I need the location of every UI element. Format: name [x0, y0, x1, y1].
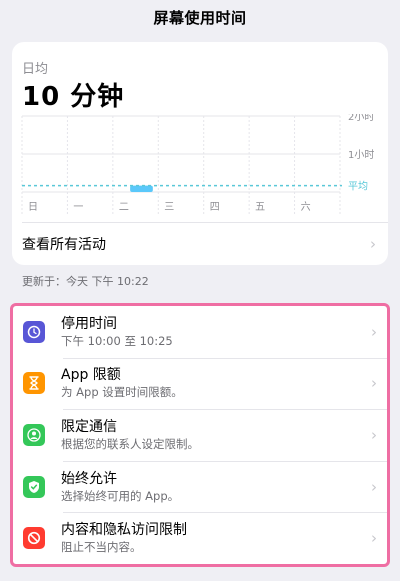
checkmark-shield-icon [23, 475, 45, 498]
chevron-right-icon: › [371, 425, 377, 444]
see-all-activity-button[interactable]: 查看所有活动 › [12, 223, 388, 265]
day-label: 三 [164, 202, 174, 213]
app-limits-title: App 限额 [61, 367, 121, 384]
usage-chart: 2小时 1小时平均日 一 二 三 四 五 六 [21, 114, 374, 214]
always-allowed-title: 始终允许 [61, 470, 117, 487]
average-label: 平均 [348, 181, 368, 193]
daily-average-value: 10 分钟 [22, 82, 125, 112]
settings-list: 停用时间 下午 10:00 至 10:25 › App 限额 为 App 设置时… [10, 303, 390, 567]
always-allowed-subtitle: 选择始终可用的 App。 [61, 488, 180, 503]
communication-limits-row[interactable]: 限定通信 根据您的联系人设定限制。 › [13, 409, 387, 461]
downtime-row[interactable]: 停用时间 下午 10:00 至 10:25 › [13, 306, 387, 358]
day-label: 二 [119, 202, 129, 213]
content-privacy-row[interactable]: 内容和隐私访问限制 阻止不当内容。 › [13, 512, 387, 564]
downtime-title: 停用时间 [61, 315, 117, 332]
chevron-right-icon: › [371, 477, 377, 496]
always-allowed-row[interactable]: 始终允许 选择始终可用的 App。 › [13, 460, 387, 513]
daily-average-label: 日均 [22, 62, 49, 77]
day-label: 六 [301, 201, 311, 213]
day-label: 四 [210, 202, 220, 213]
chevron-right-icon: › [370, 235, 376, 253]
restriction-icon [23, 527, 45, 550]
contact-icon [23, 423, 45, 446]
gridline-label-2h: 2小时 [348, 114, 374, 123]
usage-bar [130, 185, 153, 192]
communication-limits-subtitle: 根据您的联系人设定限制。 [61, 436, 199, 451]
app-limits-row[interactable]: App 限额 为 App 设置时间限额。 › [13, 357, 387, 410]
nav-bar: 屏幕使用时间 [0, 0, 400, 34]
chevron-right-icon: › [371, 322, 377, 341]
downtime-subtitle: 下午 10:00 至 10:25 [61, 333, 173, 348]
page-title: 屏幕使用时间 [153, 8, 247, 27]
app-limits-subtitle: 为 App 设置时间限额。 [61, 385, 183, 400]
day-label: 日 [28, 202, 38, 213]
moon-clock-icon [23, 320, 45, 343]
content-privacy-title: 内容和隐私访问限制 [61, 522, 187, 539]
see-all-activity-label: 查看所有活动 [22, 237, 106, 253]
hourglass-icon [23, 372, 45, 395]
chevron-right-icon: › [371, 529, 377, 548]
usage-summary-card: 日均 10 分钟 2小时 1小时平均日 一 二 三 四 五 六 查看所有活动 › [12, 42, 388, 265]
day-label: 五 [255, 202, 265, 213]
content-privacy-subtitle: 阻止不当内容。 [61, 540, 142, 555]
day-label: 一 [73, 202, 83, 213]
communication-limits-title: 限定通信 [61, 418, 117, 435]
gridline-label-1h: 1小时 [348, 149, 374, 161]
chevron-right-icon: › [371, 374, 377, 393]
updated-time: 更新于：今天 下午 10:22 [22, 275, 149, 288]
